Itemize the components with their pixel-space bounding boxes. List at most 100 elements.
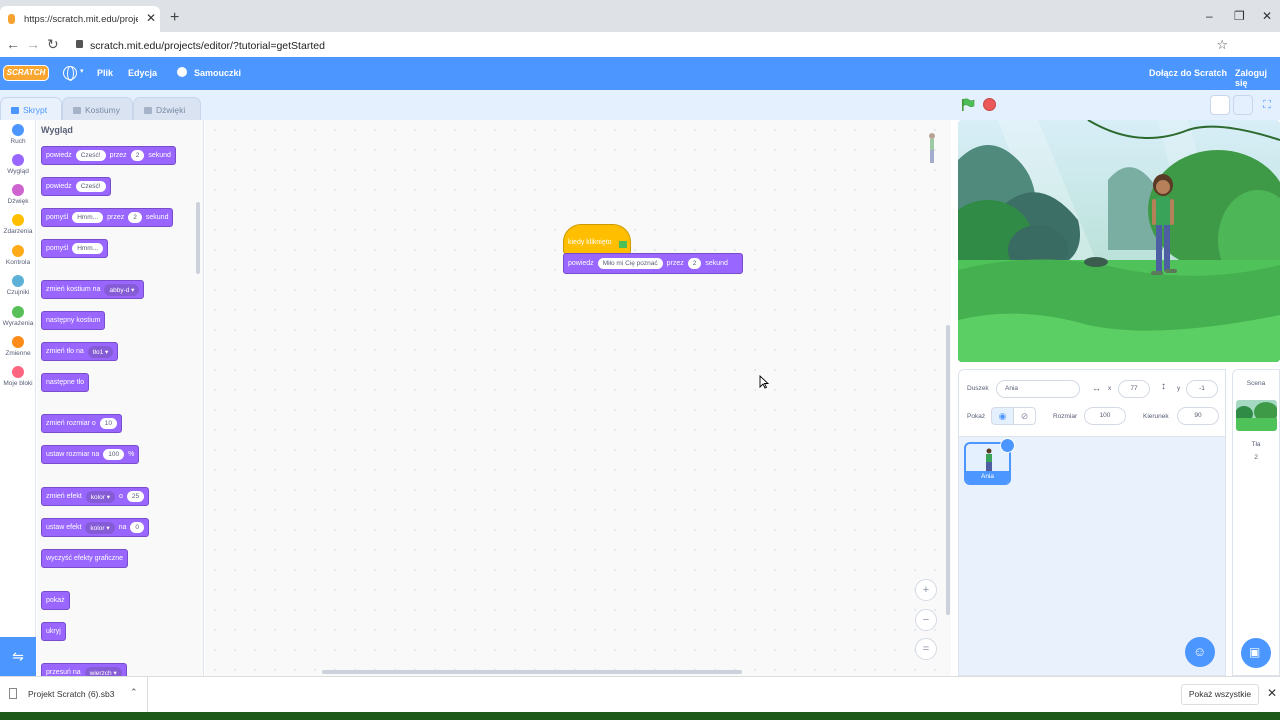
block-goto-layer[interactable]: przesuń na wierzch ▾ [41,663,127,676]
block-switch-costume[interactable]: zmień kostium na abby-d ▾ [41,280,145,299]
address-bar[interactable]: scratch.mit.edu/projects/editor/?tutoria… [68,34,1262,56]
minimize-button[interactable]: – [1206,9,1213,23]
horizontal-scrollbar[interactable] [322,670,742,674]
script-say-block[interactable]: powiedz Miło mi Cię poznać przez 2 sekun… [563,253,743,274]
block-change-size[interactable]: zmień rozmiar o 10 [41,414,123,433]
x-position-input[interactable]: 77 [1118,380,1150,398]
download-item[interactable]: Projekt Scratch (6).sb3 ⌃ [0,677,148,712]
file-icon [9,688,17,699]
block-input[interactable]: Cześć! [75,181,106,192]
fullscreen-icon[interactable]: ⛶ [1257,95,1277,115]
zoom-reset-button[interactable]: = [915,638,937,660]
add-extension-button[interactable]: ⇋ [0,637,36,676]
block-show[interactable]: pokaż [41,591,70,610]
stage-canvas[interactable] [958,120,1280,362]
category-operators[interactable]: Wyrażenia [0,306,36,327]
browser-tab[interactable]: https://scratch.mit.edu/projects/e ✕ [0,6,160,32]
block-input[interactable]: 25 [126,491,145,502]
category-variables[interactable]: Zmienne [0,336,36,357]
scratch-logo[interactable]: SCRATCH [3,65,49,81]
browser-toolbar: ← → ↻ scratch.mit.edu/projects/editor/?t… [0,32,1280,82]
block-input[interactable]: 10 [99,418,118,429]
when-flag-clicked-block[interactable]: kiedy kliknięto [563,224,631,254]
category-events[interactable]: Zdarzenia [0,214,36,235]
block-input[interactable]: 100 [103,449,125,460]
block-input[interactable]: 2 [687,258,702,269]
block-input[interactable]: Hmm... [72,212,104,223]
category-sensing[interactable]: Czujniki [0,275,36,296]
block-say-for[interactable]: powiedz Cześć! przez 2 sekund [41,146,176,165]
window-close-button[interactable]: ✕ [1262,9,1272,23]
size-input[interactable]: 100 [1084,407,1126,425]
tab-sounds[interactable]: Dźwięki [133,97,201,120]
green-flag-icon[interactable] [961,98,975,112]
zoom-out-button[interactable]: − [915,609,937,631]
category-dot-icon [12,306,24,318]
edit-menu[interactable]: Edycja [128,68,157,78]
category-control[interactable]: Kontrola [0,245,36,266]
y-position-input[interactable]: -1 [1186,380,1218,398]
block-think[interactable]: pomyśl Hmm... [41,239,109,258]
show-all-button[interactable]: Pokaż wszystkie [1181,684,1259,705]
palette-scrollbar[interactable] [196,202,200,274]
small-stage-button[interactable] [1210,95,1230,115]
stop-icon[interactable] [983,98,996,111]
category-my-blocks[interactable]: Moje bloki [0,366,36,387]
normal-stage-button[interactable] [1233,95,1253,115]
block-switch-backdrop[interactable]: zmień tło na tło1 ▾ [41,342,119,361]
block-input[interactable]: 2 [128,212,142,223]
block-next-backdrop[interactable]: następne tło [41,373,90,392]
new-tab-button[interactable]: + [170,10,179,26]
block-dropdown[interactable]: tło1 ▾ [87,345,114,358]
show-hidden-button[interactable]: ⊘ [1013,407,1036,425]
block-dropdown[interactable]: kolor ▾ [85,490,115,503]
forward-arrow-icon[interactable]: → [26,36,40,52]
choose-sprite-button[interactable]: ☺ [1185,637,1215,667]
tab-close-icon[interactable]: ✕ [146,11,156,25]
block-change-effect[interactable]: zmień efekt kolor ▾ o 25 [41,487,150,506]
block-set-effect[interactable]: ustaw efekt kolor ▾ na 0 [41,518,150,537]
restore-button[interactable]: ❐ [1234,9,1245,23]
category-motion[interactable]: Ruch [0,124,36,145]
chevron-down-icon: ▾ [80,68,84,75]
choose-backdrop-button[interactable]: ▣ [1241,638,1271,668]
reload-icon[interactable]: ↻ [47,36,59,52]
direction-input[interactable]: 90 [1177,407,1219,425]
block-input[interactable]: Miło mi Cię poznać [597,258,663,269]
sprite-name-input[interactable]: Ania [996,380,1080,398]
block-clear-effects[interactable]: wyczyść efekty graficzne [41,549,129,568]
block-input[interactable]: 2 [130,150,145,161]
vertical-scrollbar[interactable] [946,325,950,615]
tutorials-menu[interactable]: Samouczki [194,68,241,78]
block-dropdown[interactable]: abby-d ▾ [104,283,140,296]
url-text: scratch.mit.edu/projects/editor/?tutoria… [90,40,325,52]
delete-sprite-trash-icon[interactable] [1000,438,1015,453]
block-dropdown[interactable]: wierzch ▾ [84,666,122,676]
sprite-thumbnail [986,448,992,472]
block-next-costume[interactable]: następny kostium [41,311,106,330]
tab-code[interactable]: Skrypt [0,97,62,120]
block-input[interactable]: Cześć! [75,150,106,161]
chevron-up-icon[interactable]: ⌃ [130,687,138,698]
tab-costumes[interactable]: Kostiumy [62,97,133,120]
block-think-for[interactable]: pomyśl Hmm... przez 2 sekund [41,208,174,227]
script-workspace[interactable]: kiedy kliknięto powiedz Miło mi Cię pozn… [205,120,951,676]
block-input[interactable]: 0 [130,522,145,533]
category-sound[interactable]: Dźwięk [0,184,36,205]
block-hide[interactable]: ukryj [41,622,66,641]
block-input[interactable]: Hmm... [72,243,104,254]
language-globe-icon[interactable] [63,66,77,81]
block-say[interactable]: powiedz Cześć! [41,177,111,196]
stage-selector[interactable]: Scena Tła 2 ▣ [1232,369,1280,676]
close-download-bar-icon[interactable]: ✕ [1267,686,1277,700]
bookmark-star-icon[interactable]: ☆ [1216,37,1228,53]
show-visible-button[interactable]: ◉ [991,407,1014,425]
sign-in-link[interactable]: Zaloguj się [1235,68,1280,88]
back-arrow-icon[interactable]: ← [6,36,20,52]
block-dropdown[interactable]: kolor ▾ [85,521,115,534]
category-looks[interactable]: Wygląd [0,154,36,175]
join-scratch-link[interactable]: Dołącz do Scratch [1149,68,1227,78]
file-menu[interactable]: Plik [97,68,113,78]
block-set-size[interactable]: ustaw rozmiar na 100 % [41,445,140,464]
zoom-in-button[interactable]: + [915,579,937,601]
